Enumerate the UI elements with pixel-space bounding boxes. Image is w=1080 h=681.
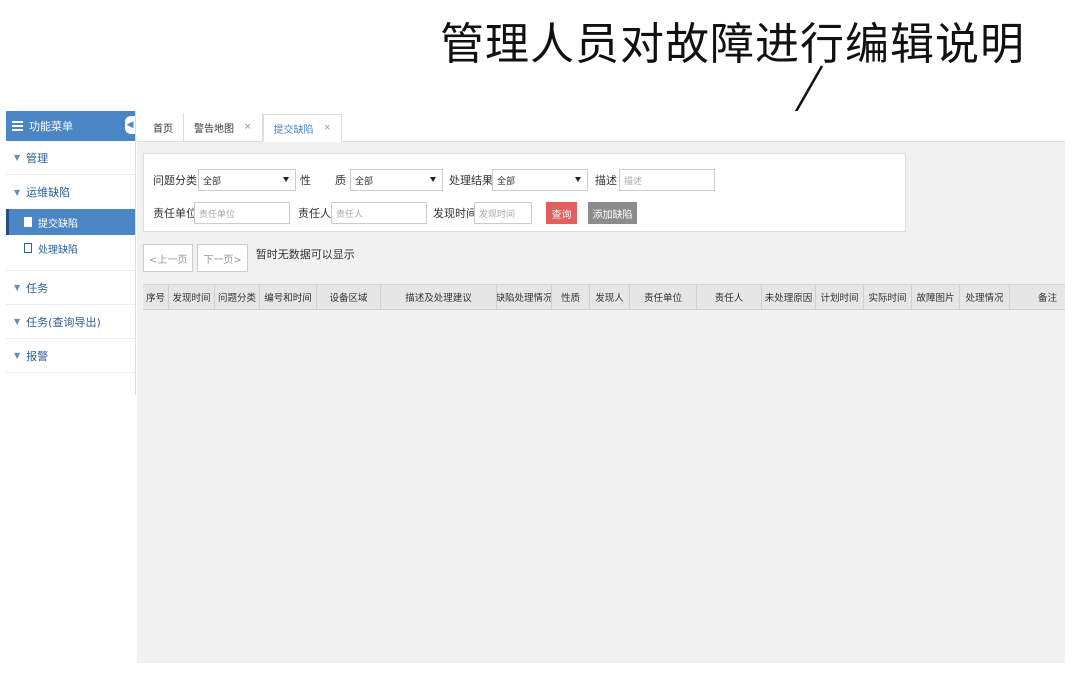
sidebar-group-defects[interactable]: ▼ 运维缺陷 — [6, 175, 135, 209]
unit-input[interactable]: 责任单位 — [194, 202, 290, 224]
prev-page-button[interactable]: <上一页 — [143, 244, 194, 272]
column-header[interactable]: 缺陷处理情况 — [497, 285, 552, 309]
time-placeholder: 发现时间 — [479, 209, 516, 220]
problem-type-label: 问题分类 — [153, 174, 197, 187]
column-header[interactable]: 问题分类 — [215, 285, 260, 309]
tab-label: 警告地图 — [194, 123, 234, 135]
chevron-down-icon: ▼ — [14, 351, 21, 360]
sidebar-group-alarm[interactable]: ▼ 报警 — [6, 339, 135, 373]
filter-panel: 问题分类 全部 性 质 全部 处理结果 全部 描述 描述 责任单位 责任单位 责… — [143, 153, 906, 232]
menu-icon — [12, 121, 23, 131]
column-header[interactable]: 计划时间 — [816, 285, 864, 309]
unit-placeholder: 责任单位 — [199, 209, 236, 220]
annotation-caption: 管理人员对故障进行编辑说明 — [440, 19, 1025, 70]
sidebar-group-label: 运维缺陷 — [26, 186, 71, 199]
column-header[interactable]: 实际时间 — [864, 285, 912, 309]
sidebar-item-handle-defect[interactable]: 处理缺陷 — [6, 235, 135, 261]
result-select[interactable]: 全部 — [492, 169, 588, 191]
column-header[interactable]: 备注 — [1010, 285, 1065, 309]
empty-message: 暂时无数据可以显示 — [255, 248, 355, 261]
sidebar-group-task-export[interactable]: ▼ 任务(查询导出) — [6, 305, 135, 339]
person-input[interactable]: 责任人 — [331, 202, 427, 224]
person-label: 责任人 — [298, 207, 331, 220]
close-icon[interactable]: × — [324, 123, 332, 133]
column-header[interactable]: 未处理原因 — [762, 285, 816, 309]
nature-select[interactable]: 全部 — [350, 169, 443, 191]
sidebar-item-label: 处理缺陷 — [38, 244, 78, 256]
column-header[interactable]: 编号和时间 — [260, 285, 317, 309]
sidebar-group-label: 管理 — [26, 151, 49, 165]
sidebar-header: 功能菜单 ◀ — [6, 111, 135, 141]
nature-label: 性 — [300, 174, 311, 187]
sidebar-title: 功能菜单 — [29, 120, 73, 133]
table-header: 序号 发现时间 问题分类 编号和时间 设备区域 描述及处理建议 缺陷处理情况 性… — [143, 284, 1065, 310]
column-header[interactable]: 责任人 — [697, 285, 762, 309]
description-input[interactable]: 描述 — [619, 169, 715, 191]
sidebar-item-submit-defect[interactable]: 提交缺陷 — [6, 209, 135, 235]
sidebar-group-management[interactable]: ▼ 管理 — [6, 141, 135, 175]
document-icon — [24, 217, 32, 227]
chevron-down-icon: ▼ — [14, 187, 21, 197]
column-header[interactable]: 责任单位 — [630, 285, 697, 309]
nature-label-2: 质 — [335, 174, 346, 187]
result-value: 全部 — [497, 176, 516, 187]
tab-label: 首页 — [153, 123, 173, 135]
time-label: 发现时间 — [433, 207, 477, 220]
unit-label: 责任单位 — [153, 207, 197, 220]
column-header[interactable]: 设备区域 — [317, 285, 381, 309]
nature-value: 全部 — [355, 176, 374, 187]
next-page-button[interactable]: 下一页> — [197, 244, 248, 272]
problem-type-select[interactable]: 全部 — [198, 169, 296, 191]
sidebar: 功能菜单 ◀ ▼ 管理 ▼ 运维缺陷 提交缺陷 处理缺陷 ▼ 任务 ▼ 任务(查… — [6, 111, 136, 395]
sidebar-divider — [6, 261, 135, 271]
sidebar-group-label: 报警 — [26, 349, 49, 363]
tab-label: 提交缺陷 — [273, 124, 314, 136]
caret-down-icon — [430, 177, 436, 182]
description-label: 描述 — [595, 174, 617, 187]
description-placeholder: 描述 — [624, 176, 643, 187]
time-input[interactable]: 发现时间 — [474, 202, 532, 224]
tab-submit-defect[interactable]: 提交缺陷 × — [262, 114, 343, 142]
chevron-down-icon: ▼ — [14, 153, 21, 162]
column-header[interactable]: 序号 — [143, 285, 169, 309]
tab-warning-map[interactable]: 警告地图 × — [184, 113, 263, 141]
chevron-down-icon: ▼ — [14, 317, 21, 326]
column-header[interactable]: 故障图片 — [912, 285, 960, 309]
column-header[interactable]: 性质 — [552, 285, 590, 309]
problem-type-value: 全部 — [203, 176, 222, 187]
column-header[interactable]: 处理情况 — [960, 285, 1010, 309]
query-button[interactable]: 查询 — [546, 202, 577, 224]
caret-down-icon — [283, 177, 289, 182]
person-placeholder: 责任人 — [336, 209, 364, 220]
pagination: <上一页 下一页> 暂时无数据可以显示 — [143, 244, 355, 272]
caret-down-icon — [575, 177, 581, 182]
tab-bar: 首页 警告地图 × 提交缺陷 × — [137, 111, 1065, 142]
column-header[interactable]: 描述及处理建议 — [381, 285, 497, 309]
close-icon[interactable]: × — [244, 122, 252, 132]
collapse-icon[interactable]: ◀ — [125, 116, 135, 134]
column-header[interactable]: 发现人 — [590, 285, 630, 309]
tab-home[interactable]: 首页 — [143, 113, 184, 141]
result-label: 处理结果 — [449, 174, 493, 187]
sidebar-item-label: 提交缺陷 — [38, 218, 78, 230]
sidebar-group-label: 任务(查询导出) — [26, 315, 101, 329]
sidebar-group-label: 任务 — [26, 281, 49, 295]
sidebar-group-tasks[interactable]: ▼ 任务 — [6, 271, 135, 305]
document-icon — [24, 243, 32, 253]
add-defect-button[interactable]: 添加缺陷 — [588, 202, 637, 224]
column-header[interactable]: 发现时间 — [169, 285, 215, 309]
main-content: 首页 警告地图 × 提交缺陷 × 问题分类 全部 性 质 全部 处理结果 全部 … — [137, 111, 1065, 663]
chevron-down-icon: ▼ — [14, 283, 21, 292]
